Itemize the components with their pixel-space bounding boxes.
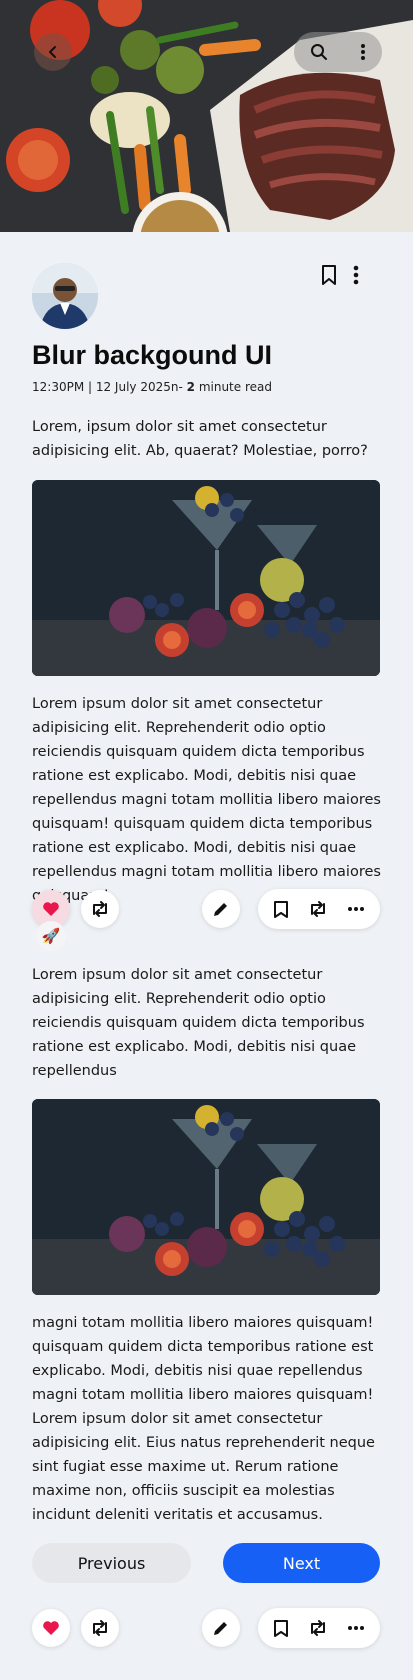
hero-action-pill — [294, 32, 382, 72]
repost-button[interactable] — [81, 1609, 119, 1647]
more-horizontal-icon — [347, 1626, 364, 1630]
repost-icon — [93, 1620, 107, 1636]
repost-button[interactable] — [308, 900, 328, 918]
repost-icon — [93, 901, 107, 917]
bookmark-icon — [274, 900, 289, 918]
like-button[interactable] — [32, 1609, 70, 1647]
avatar[interactable] — [32, 263, 98, 329]
repost-icon — [310, 1620, 325, 1636]
meta-minutes: 2 — [186, 380, 195, 394]
search-button[interactable] — [310, 43, 328, 61]
next-button[interactable]: Next — [223, 1543, 380, 1583]
article-meta: 12:30PM | 12 July 2025n- 2 minute read — [32, 380, 272, 394]
body-paragraph-3: magni totam mollitia libero maiores quis… — [32, 1315, 375, 1523]
chevron-left-icon — [49, 46, 56, 58]
article-more-button[interactable] — [352, 264, 360, 286]
rocket-icon: 🚀 — [41, 927, 61, 945]
more-options-button[interactable] — [360, 43, 366, 61]
intro-paragraph: Lorem, ipsum dolor sit amet consectetur … — [32, 419, 368, 459]
heart-icon — [43, 1621, 59, 1635]
article-top-actions — [320, 264, 360, 286]
bookmark-icon — [322, 265, 336, 285]
more-horizontal-icon — [347, 907, 364, 911]
action-pill — [258, 889, 380, 929]
edit-icon — [214, 903, 227, 916]
heart-icon — [43, 902, 59, 916]
edit-button[interactable] — [202, 1609, 240, 1647]
edit-icon — [214, 1622, 227, 1635]
fruit-photo — [32, 1099, 380, 1295]
meta-date: 12:30PM | 12 July 2025n- — [32, 380, 183, 394]
action-pill — [258, 1608, 380, 1648]
hero-image — [0, 0, 413, 232]
repost-button[interactable] — [81, 890, 119, 928]
bookmark-button[interactable] — [320, 264, 338, 286]
repost-button[interactable] — [308, 1619, 328, 1637]
more-horizontal-button[interactable] — [347, 906, 365, 912]
repost-icon — [310, 901, 325, 917]
article-image — [32, 1099, 380, 1295]
bookmark-button[interactable] — [273, 1619, 289, 1638]
avatar-photo — [32, 263, 98, 329]
edit-button[interactable] — [202, 890, 240, 928]
fruit-photo — [32, 480, 380, 676]
more-vertical-icon — [361, 44, 365, 60]
bookmark-button[interactable] — [273, 900, 289, 919]
body-paragraph-1: Lorem ipsum dolor sit amet consectetur a… — [32, 696, 381, 904]
article-image — [32, 480, 380, 676]
page-title: Blur backgound UI — [32, 340, 273, 370]
back-button[interactable] — [34, 33, 72, 71]
previous-button[interactable]: Previous — [32, 1543, 191, 1583]
more-horizontal-button[interactable] — [347, 1625, 365, 1631]
bookmark-icon — [274, 1619, 289, 1637]
rocket-button[interactable]: 🚀 — [36, 921, 66, 951]
search-icon — [311, 44, 327, 60]
body-paragraph-2: Lorem ipsum dolor sit amet consectetur a… — [32, 967, 365, 1079]
more-vertical-icon — [353, 265, 359, 285]
meta-read: minute read — [198, 380, 272, 394]
